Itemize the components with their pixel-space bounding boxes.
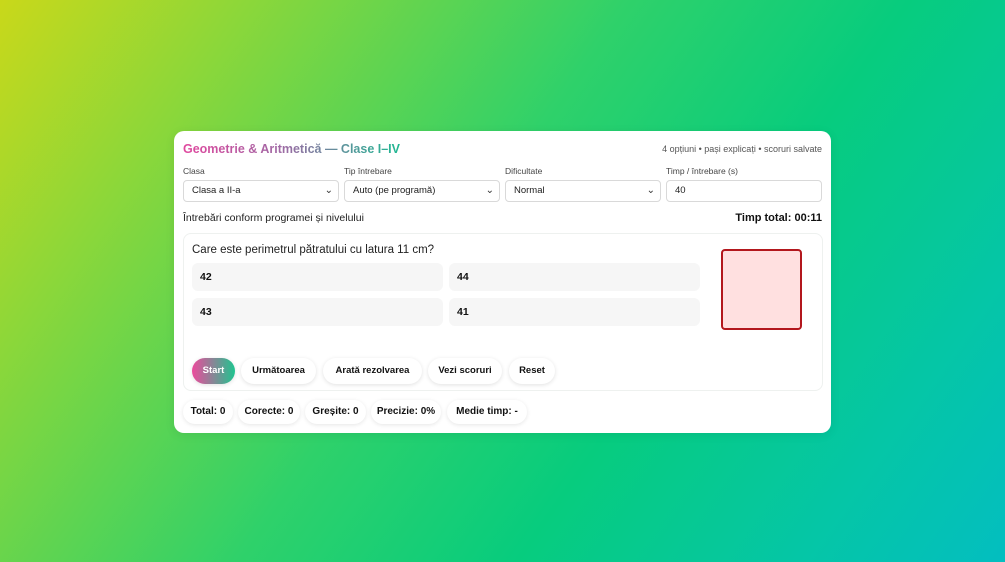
square-figure	[721, 249, 802, 330]
dificultate-label: Dificultate	[505, 166, 543, 176]
answer-option[interactable]: 41	[449, 298, 700, 326]
stat-total: Total: 0	[183, 400, 233, 424]
view-scores-button[interactable]: Vezi scoruri	[428, 358, 502, 384]
clasa-select[interactable]: Clasa a II-a ⌄	[183, 180, 339, 202]
clasa-label: Clasa	[183, 166, 205, 176]
next-button[interactable]: Următoarea	[241, 358, 316, 384]
app-subtitle: 4 opțiuni • pași explicați • scoruri sal…	[662, 144, 822, 154]
tip-value: Auto (pe programă)	[353, 185, 436, 196]
timp-input[interactable]: 40	[666, 180, 822, 202]
question-panel: Care este perimetrul pătratului cu latur…	[183, 233, 823, 391]
timp-field: Timp / întrebare (s) 40	[666, 166, 822, 202]
clasa-field: Clasa Clasa a II-a ⌄	[183, 166, 339, 202]
dificultate-select[interactable]: Normal ⌄	[505, 180, 661, 202]
show-solution-button[interactable]: Arată rezolvarea	[323, 358, 422, 384]
info-text: Întrebări conform programei și nivelului	[183, 212, 364, 224]
stat-wrong: Greșite: 0	[305, 400, 366, 424]
chevron-down-icon: ⌄	[324, 185, 333, 196]
quiz-card: Geometrie & Aritmetică — Clase I–IV 4 op…	[174, 131, 831, 433]
question-text: Care este perimetrul pătratului cu latur…	[192, 244, 435, 256]
stat-avg-time: Medie timp: -	[447, 400, 527, 424]
tip-field: Tip întrebare Auto (pe programă) ⌄	[344, 166, 500, 202]
timp-label: Timp / întrebare (s)	[666, 166, 738, 176]
clasa-value: Clasa a II-a	[192, 185, 241, 196]
chevron-down-icon: ⌄	[646, 185, 655, 196]
tip-select[interactable]: Auto (pe programă) ⌄	[344, 180, 500, 202]
start-button[interactable]: Start	[192, 358, 235, 384]
answer-option[interactable]: 43	[192, 298, 443, 326]
stat-correct: Corecte: 0	[238, 400, 300, 424]
total-timer: Timp total: 00:11	[735, 212, 822, 224]
dificultate-field: Dificultate Normal ⌄	[505, 166, 661, 202]
stat-precision: Precizie: 0%	[371, 400, 441, 424]
reset-button[interactable]: Reset	[509, 358, 555, 384]
tip-label: Tip întrebare	[344, 166, 392, 176]
app-title: Geometrie & Aritmetică — Clase I–IV	[183, 142, 400, 156]
answer-option[interactable]: 42	[192, 263, 443, 291]
timp-value: 40	[675, 185, 686, 196]
dificultate-value: Normal	[514, 185, 545, 196]
answer-option[interactable]: 44	[449, 263, 700, 291]
chevron-down-icon: ⌄	[485, 185, 494, 196]
